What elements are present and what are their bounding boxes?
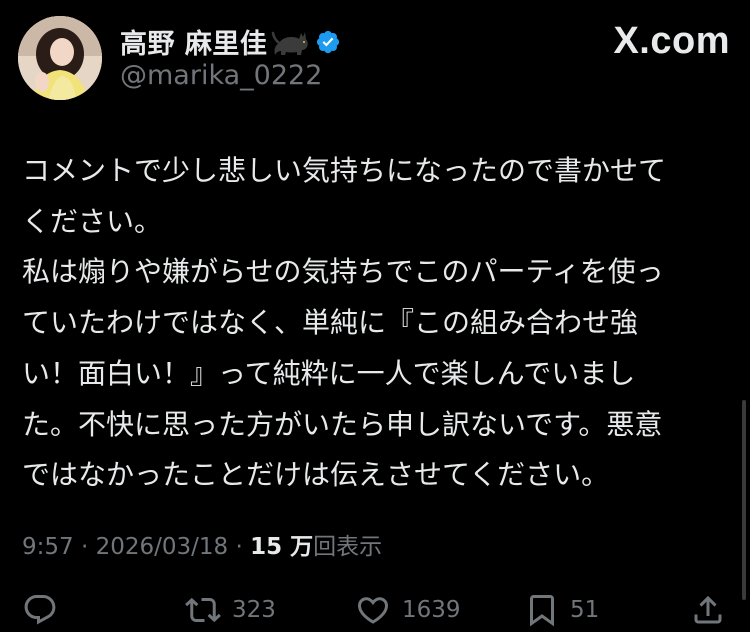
tweet-line: い！面白い！』って純粋に一人で楽しんでいまし (22, 356, 636, 390)
views-count: 15 万 (250, 534, 314, 560)
tweet-line: ではなかったことだけは伝えさせてください。 (22, 458, 610, 492)
retweet-button[interactable]: 323 (184, 592, 276, 628)
share-button[interactable] (690, 592, 726, 628)
tweet-line: ください。 (22, 204, 163, 238)
heart-icon (354, 592, 392, 628)
name-row: 高野 麻里佳 (120, 22, 341, 61)
like-button[interactable]: 1639 (354, 592, 461, 628)
tweet-time[interactable]: 9:57 (22, 534, 74, 560)
tweet-line: 私は煽りや嫌がらせの気持ちでこのパーティを使っ (22, 255, 664, 289)
handle[interactable]: @marika_0222 (120, 60, 322, 91)
meta-separator: · (73, 534, 96, 560)
tweet-text: コメントで少し悲しい気持ちになったので書かせて ください。 私は煽りや嫌がらせの… (22, 146, 722, 501)
tweet-line: コメントで少し悲しい気持ちになったので書かせて (22, 154, 667, 187)
tweet-line: た。不快に思った方がいたら申し訳ないです。悪意 (22, 407, 663, 441)
avatar[interactable] (18, 16, 102, 100)
tweet-line: ていたわけではなく、単純に『この組み合わせ強 (22, 306, 639, 340)
action-bar: 323 1639 51 (0, 586, 750, 632)
tweet-date[interactable]: 2026/03/18 (96, 534, 229, 560)
tweet-meta: 9:57 · 2026/03/18 · 15 万回表示 (22, 527, 382, 561)
scrollbar[interactable] (742, 400, 746, 600)
reply-icon (22, 592, 58, 628)
retweet-count: 323 (232, 597, 276, 623)
display-name[interactable]: 高野 麻里佳 (120, 22, 267, 61)
black-cat-icon (271, 25, 311, 59)
meta-separator: · (228, 534, 251, 560)
views-label: 回表示 (313, 534, 383, 560)
verified-badge-icon (315, 29, 341, 55)
like-count: 1639 (402, 597, 461, 623)
share-icon (690, 592, 726, 628)
bookmark-icon (524, 592, 560, 628)
reply-button[interactable] (22, 592, 58, 628)
x-com-logo: X.com (613, 20, 730, 62)
tweet-header: 高野 麻里佳 @marika_0222 X.com (18, 16, 732, 100)
retweet-icon (184, 592, 222, 628)
bookmark-count: 51 (570, 597, 600, 623)
bookmark-button[interactable]: 51 (524, 592, 599, 628)
